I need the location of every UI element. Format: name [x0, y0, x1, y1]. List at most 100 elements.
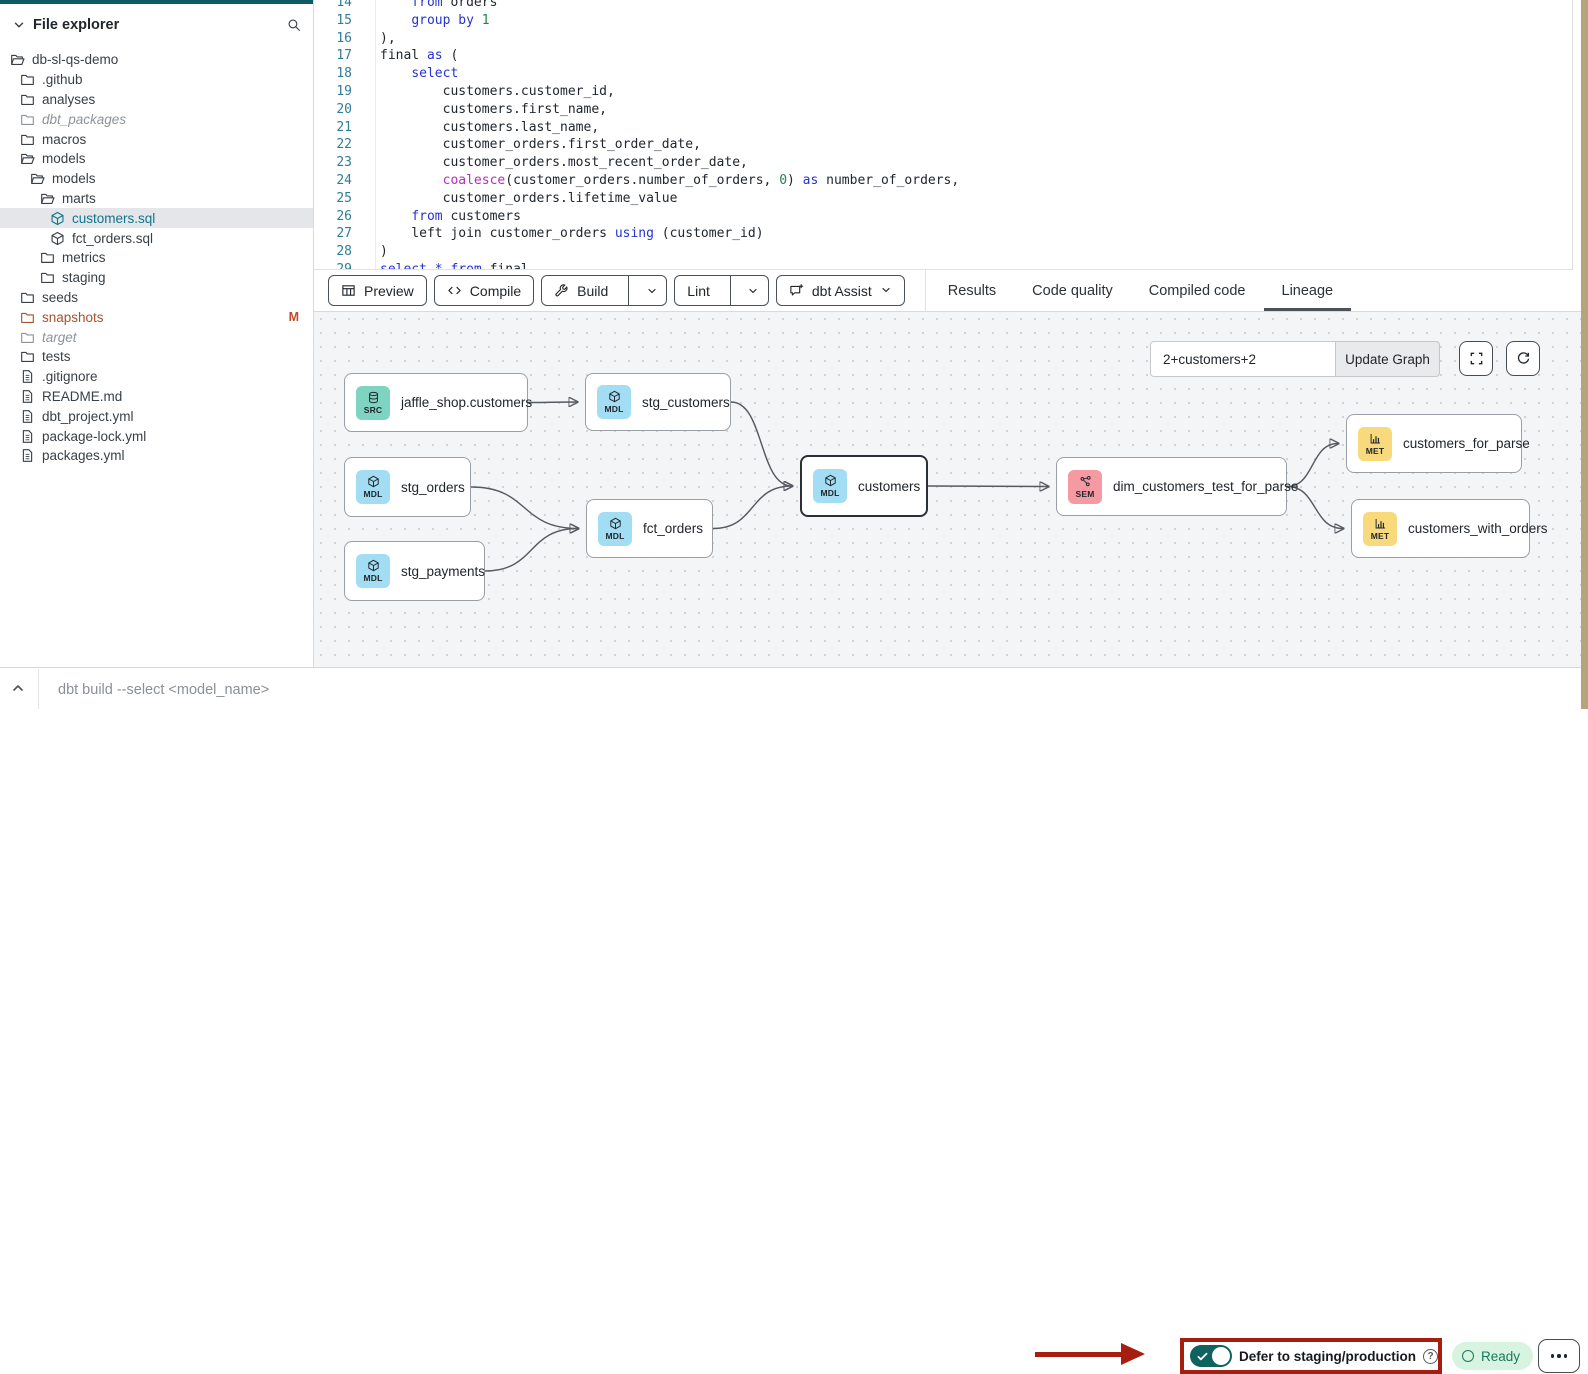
toggle-knob	[1212, 1347, 1230, 1365]
tree-item-dbt_project.yml[interactable]: dbt_project.yml	[0, 406, 313, 426]
folder-icon	[20, 310, 35, 325]
compile-button[interactable]: Compile	[434, 275, 534, 306]
model-cube-icon	[824, 474, 837, 487]
tree-item-analyses[interactable]: analyses	[0, 90, 313, 110]
code-text[interactable]: customer_orders.first_order_date,	[376, 136, 701, 154]
tree-item-dbt_packages[interactable]: dbt_packages	[0, 109, 313, 129]
code-text[interactable]: select	[376, 65, 458, 83]
code-text[interactable]: group by 1	[376, 12, 490, 30]
refresh-graph-button[interactable]	[1506, 341, 1540, 376]
tree-item-target[interactable]: target	[0, 327, 313, 347]
search-icon[interactable]	[287, 18, 301, 32]
dbt-command-input[interactable]	[56, 677, 580, 703]
code-text[interactable]: ),	[376, 30, 396, 48]
code-text[interactable]: coalesce(customer_orders.number_of_order…	[376, 172, 959, 190]
button-divider	[730, 276, 731, 305]
tree-item-seeds[interactable]: seeds	[0, 288, 313, 308]
code-text[interactable]: final as (	[376, 47, 458, 65]
tree-item-.github[interactable]: .github	[0, 70, 313, 90]
preview-button[interactable]: Preview	[328, 275, 427, 306]
code-text[interactable]: customer_orders.lifetime_value	[376, 190, 677, 208]
button-label: Lint	[687, 283, 710, 299]
lineage-node-stg_customers[interactable]: MDLstg_customers	[585, 373, 731, 431]
tab-code-quality[interactable]: Code quality	[1014, 270, 1131, 311]
chevron-down-icon[interactable]	[637, 276, 666, 305]
tree-item-metrics[interactable]: metrics	[0, 248, 313, 268]
lineage-node-jaffle_shop_customers[interactable]: SRCjaffle_shop.customers	[344, 373, 528, 432]
folder-open-icon	[20, 151, 35, 166]
build-button[interactable]: Build	[541, 275, 667, 306]
tree-item-label: metrics	[62, 250, 106, 265]
tree-item-marts[interactable]: marts	[0, 189, 313, 209]
tree-item-.gitignore[interactable]: .gitignore	[0, 367, 313, 387]
code-editor[interactable]: 14 from orders15 group by 116),17final a…	[314, 0, 1572, 270]
code-line-21: 21 customers.last_name,	[314, 119, 1572, 137]
table-grid-icon	[341, 283, 356, 298]
line-number: 27	[314, 225, 376, 243]
code-text[interactable]: customer_orders.most_recent_order_date,	[376, 154, 748, 172]
lint-button[interactable]: Lint	[674, 275, 769, 306]
chevron-down-icon[interactable]	[880, 283, 892, 299]
folder-icon	[20, 290, 35, 305]
tree-item-models[interactable]: models	[0, 169, 313, 189]
tab-results[interactable]: Results	[930, 270, 1014, 311]
tree-item-README.md[interactable]: README.md	[0, 387, 313, 407]
lineage-node-customers[interactable]: MDLcustomers	[800, 455, 928, 517]
ide-status-badge[interactable]: Ready	[1452, 1342, 1533, 1370]
folder-icon	[40, 270, 55, 285]
lineage-pane[interactable]: SRCjaffle_shop.customers MDLstg_customers…	[314, 312, 1581, 667]
database-icon	[367, 391, 380, 404]
status-circle-icon	[1462, 1350, 1474, 1362]
lineage-node-stg_orders[interactable]: MDLstg_orders	[344, 457, 471, 517]
tree-item-db-sl-qs-demo[interactable]: db-sl-qs-demo	[0, 50, 313, 70]
lineage-node-fct_orders[interactable]: MDLfct_orders	[586, 499, 713, 558]
code-text[interactable]: from orders	[376, 0, 497, 12]
tab-lineage[interactable]: Lineage	[1264, 270, 1352, 311]
folder-icon	[20, 72, 35, 87]
defer-toggle[interactable]	[1190, 1345, 1232, 1367]
line-number: 17	[314, 47, 376, 65]
code-text[interactable]: customers.customer_id,	[376, 83, 615, 101]
chevron-down-icon[interactable]	[12, 18, 26, 32]
line-number: 24	[314, 172, 376, 190]
lineage-node-customers_with_orders[interactable]: METcustomers_with_orders	[1351, 499, 1530, 558]
tree-item-packages.yml[interactable]: packages.yml	[0, 446, 313, 466]
editor-scrollbar[interactable]	[1572, 0, 1573, 270]
folder-open-icon	[10, 52, 25, 67]
more-options-button[interactable]	[1538, 1339, 1580, 1373]
tree-item-package-lock.yml[interactable]: package-lock.yml	[0, 426, 313, 446]
chevron-down-icon[interactable]	[739, 276, 768, 305]
code-text[interactable]: from customers	[376, 208, 521, 226]
dbt-assist-button[interactable]: dbt Assist	[776, 275, 905, 306]
defer-toggle-label: Defer to staging/production	[1239, 1349, 1416, 1364]
chevron-up-icon[interactable]	[10, 680, 28, 698]
code-text[interactable]: select * from final	[376, 261, 529, 270]
update-graph-button[interactable]: Update Graph	[1335, 341, 1440, 377]
code-line-23: 23 customer_orders.most_recent_order_dat…	[314, 154, 1572, 172]
tree-item-customers.sql[interactable]: customers.sql	[0, 208, 313, 228]
tree-item-label: fct_orders.sql	[72, 231, 153, 246]
tab-compiled-code[interactable]: Compiled code	[1131, 270, 1264, 311]
fullscreen-icon	[1469, 351, 1484, 366]
lineage-selector-input[interactable]	[1150, 341, 1336, 377]
tree-item-staging[interactable]: staging	[0, 268, 313, 288]
code-text[interactable]: customers.first_name,	[376, 101, 607, 119]
tree-item-models[interactable]: models	[0, 149, 313, 169]
desktop-edge-strip	[1581, 0, 1588, 709]
lineage-edge	[731, 402, 792, 486]
tree-item-snapshots[interactable]: snapshotsM	[0, 307, 313, 327]
lineage-node-customers_for_parse[interactable]: METcustomers_for_parse	[1346, 414, 1522, 473]
code-text[interactable]: customers.last_name,	[376, 119, 599, 137]
tree-item-macros[interactable]: macros	[0, 129, 313, 149]
tree-item-tests[interactable]: tests	[0, 347, 313, 367]
lineage-node-dim_customers_test_for_parse[interactable]: SEMdim_customers_test_for_parse	[1056, 457, 1287, 516]
tree-item-label: models	[42, 151, 86, 166]
code-text[interactable]: left join customer_orders using (custome…	[376, 225, 764, 243]
lineage-node-stg_payments[interactable]: MDLstg_payments	[344, 541, 485, 601]
tree-item-fct_orders.sql[interactable]: fct_orders.sql	[0, 228, 313, 248]
help-icon[interactable]: ?	[1423, 1349, 1438, 1364]
tab-label: Code quality	[1032, 283, 1113, 299]
code-line-15: 15 group by 1	[314, 12, 1572, 30]
code-text[interactable]: )	[376, 243, 388, 261]
fullscreen-button[interactable]	[1459, 341, 1493, 376]
